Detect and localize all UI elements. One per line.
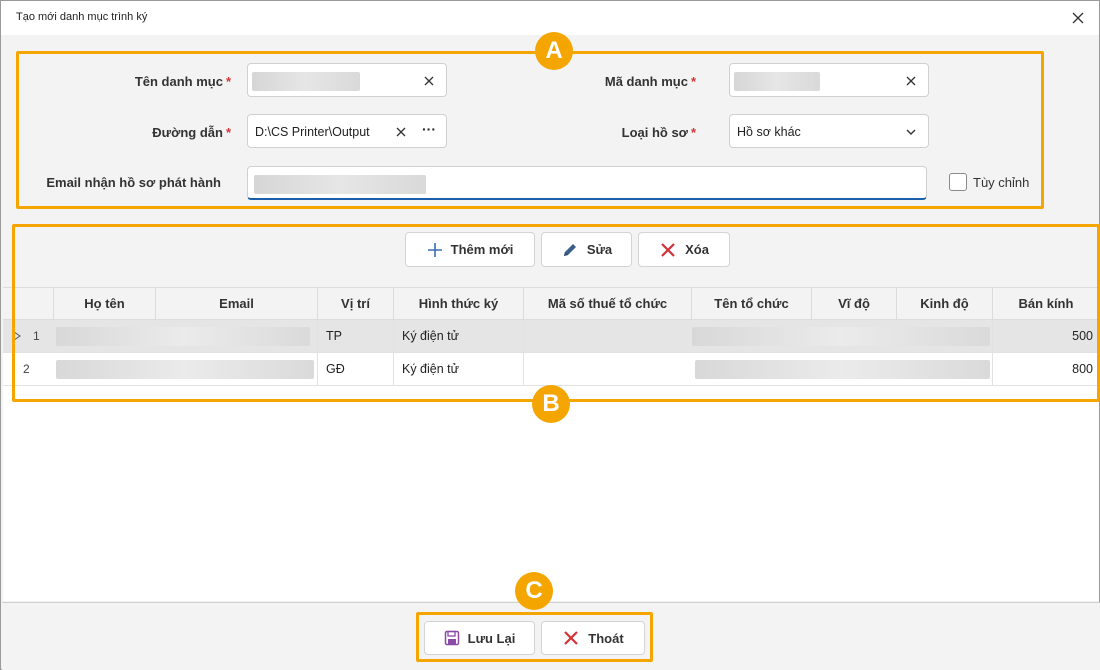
exit-x-icon [564, 631, 579, 645]
pencil-icon [563, 243, 576, 256]
browse-ellipsis-button[interactable]: ··· [420, 121, 438, 139]
delete-button[interactable]: Xóa [638, 232, 730, 267]
edit-button-label: Sửa [586, 242, 613, 257]
title-bar: Tạo mới danh mục trình ký [1, 1, 1099, 35]
save-button-label: Lưu Lại [467, 630, 516, 646]
table-header: Họ tên Email Vị trí Hình thức ký Mã số t… [3, 287, 1099, 320]
column-header[interactable]: Kinh độ [896, 288, 992, 320]
loai-ho-so-select[interactable]: Hồ sơ khác [729, 114, 929, 148]
tuy-chinh-label: Tùy chỉnh [973, 175, 1030, 190]
redacted-cell [695, 360, 990, 379]
column-header[interactable]: Tên tổ chức [691, 288, 811, 320]
close-icon[interactable] [1069, 9, 1087, 27]
email-label: Email nhận hồ sơ phát hành [46, 175, 221, 190]
duong-dan-label: Đường dẫn * [152, 125, 231, 140]
ten-danh-muc-label: Tên danh mục * [134, 74, 231, 89]
redacted-value [734, 72, 820, 91]
hinh-thuc-cell: Ký điện tử [393, 320, 523, 352]
tuy-chinh-checkbox[interactable] [949, 173, 967, 191]
plus-icon [427, 242, 442, 257]
row-number: 1 [33, 329, 40, 343]
redacted-cell [56, 327, 310, 346]
redacted-value [252, 72, 360, 91]
column-header[interactable]: Bán kính [992, 288, 1099, 320]
row-number: 2 [23, 362, 30, 376]
exit-button-label: Thoát [588, 630, 624, 646]
edit-button[interactable]: Sửa [541, 232, 632, 267]
loai-ho-so-label: Loại hồ sơ * [621, 125, 696, 140]
callout-badge-b: B [532, 385, 570, 423]
row-indicator-icon [13, 331, 21, 341]
callout-badge-c: C [515, 572, 553, 610]
dialog-window: Tạo mới danh mục trình ký Tên danh mục * … [0, 0, 1100, 670]
table-row[interactable]: 2 GĐ Ký điện tử 800 [3, 353, 1099, 386]
loai-ho-so-value: Hồ sơ khác [737, 125, 801, 139]
add-button-label: Thêm mới [450, 242, 514, 257]
window-title: Tạo mới danh mục trình ký [16, 11, 148, 23]
ma-danh-muc-input[interactable] [729, 63, 929, 97]
duong-dan-value: D:\CS Printer\Output [255, 125, 370, 139]
column-header[interactable]: Họ tên [53, 288, 155, 320]
add-button[interactable]: Thêm mới [405, 232, 535, 267]
ten-danh-muc-input[interactable] [247, 63, 447, 97]
vi-tri-cell: TP [317, 320, 393, 352]
redacted-value [254, 175, 426, 194]
hinh-thuc-cell: Ký điện tử [393, 353, 523, 385]
redacted-cell [56, 360, 314, 379]
clear-icon[interactable] [420, 72, 438, 90]
callout-badge-a: A [535, 32, 573, 70]
ban-kinh-cell: 500 [992, 320, 1099, 352]
vi-tri-cell: GĐ [317, 353, 393, 385]
email-input[interactable] [247, 166, 927, 200]
column-header[interactable]: Vị trí [317, 288, 393, 320]
floppy-disk-icon [444, 630, 459, 646]
signers-table: Họ tên Email Vị trí Hình thức ký Mã số t… [3, 287, 1099, 386]
clear-icon[interactable] [902, 72, 920, 90]
ma-so-thue-cell [523, 320, 691, 352]
column-header[interactable]: Email [155, 288, 317, 320]
exit-button[interactable]: Thoát [541, 621, 645, 655]
column-header[interactable]: Vĩ độ [811, 288, 896, 320]
column-header[interactable]: Mã số thuế tổ chức [523, 288, 691, 320]
duong-dan-input[interactable]: D:\CS Printer\Output ··· [247, 114, 447, 148]
clear-icon[interactable] [392, 123, 410, 141]
ma-so-thue-cell [523, 353, 691, 385]
delete-button-label: Xóa [685, 242, 709, 257]
table-row[interactable]: 1 TP Ký điện tử 500 [3, 320, 1099, 353]
column-header[interactable]: Hình thức ký [393, 288, 523, 320]
ma-danh-muc-label: Mã danh mục * [604, 74, 696, 89]
delete-x-icon [661, 242, 675, 257]
chevron-down-icon[interactable] [902, 123, 920, 141]
redacted-cell [692, 327, 990, 346]
ban-kinh-cell: 800 [992, 353, 1099, 385]
save-button[interactable]: Lưu Lại [424, 621, 535, 655]
